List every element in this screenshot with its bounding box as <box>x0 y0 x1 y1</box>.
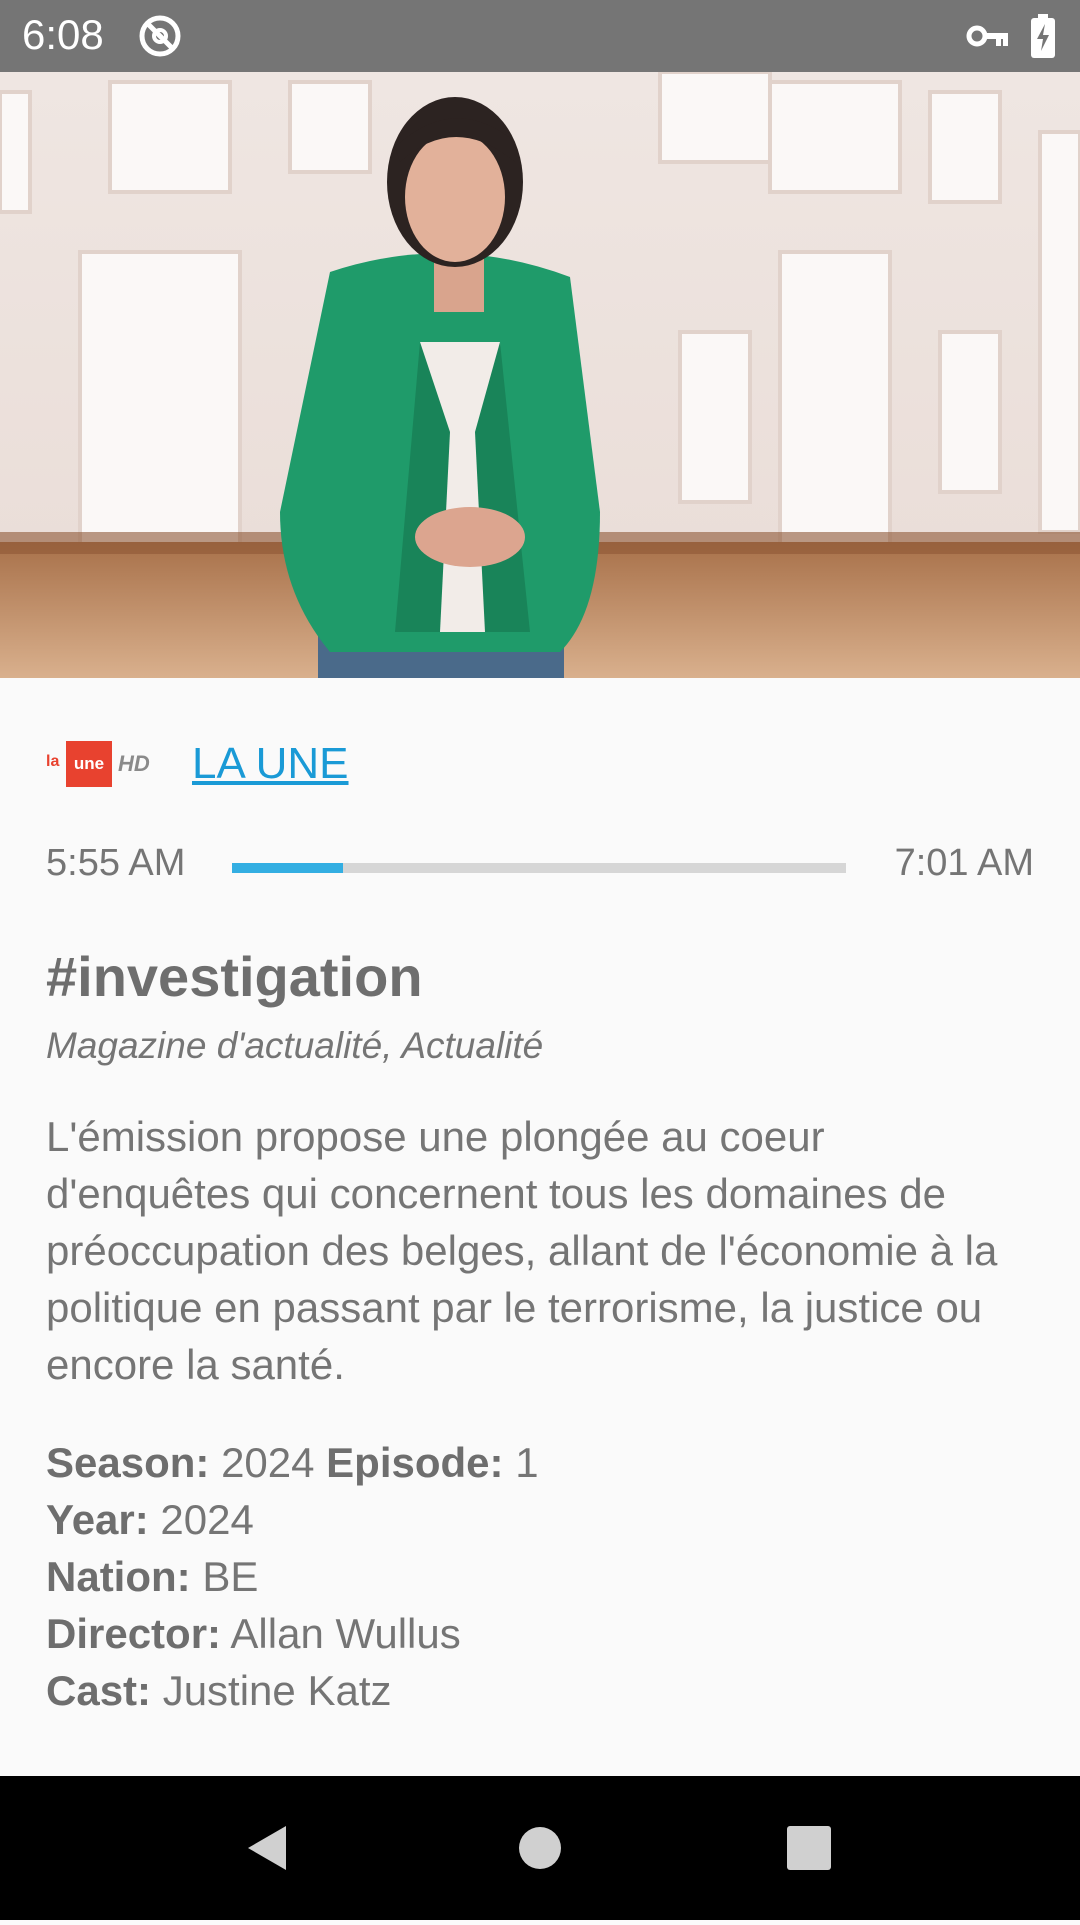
channel-logo-badge: une <box>66 741 112 787</box>
program-genre: Magazine d'actualité, Actualité <box>46 1025 544 1066</box>
status-time: 6:08 <box>22 11 104 58</box>
nation-label: Nation: <box>46 1553 191 1600</box>
director-label: Director: <box>46 1610 222 1657</box>
home-icon <box>519 1827 561 1869</box>
director-value: Allan Wullus <box>230 1610 461 1657</box>
program-title: #investigation <box>46 945 423 1008</box>
program-hero-image <box>0 72 1080 678</box>
season-label: Season: <box>46 1439 210 1486</box>
navigation-bar <box>0 1776 1080 1920</box>
sync-circle-icon <box>136 12 184 65</box>
season-value: 2024 <box>221 1439 315 1486</box>
director-line: Director: Allan Wullus <box>46 1605 539 1662</box>
episode-label: Episode: <box>326 1439 504 1486</box>
end-time: 7:01 AM <box>894 842 1034 884</box>
channel-row: la une HD LA UNE <box>46 736 349 792</box>
channel-logo-prefix: la <box>46 753 60 770</box>
nation-value: BE <box>202 1553 259 1600</box>
nation-line: Nation: BE <box>46 1548 539 1605</box>
year-value: 2024 <box>160 1496 254 1543</box>
cast-line: Cast: Justine Katz <box>46 1662 539 1719</box>
start-time: 5:55 AM <box>46 842 186 884</box>
progress-fill <box>232 863 343 873</box>
status-bar: 6:08 <box>0 0 1080 72</box>
channel-logo-hd: HD <box>118 751 150 776</box>
year-label: Year: <box>46 1496 149 1543</box>
season-episode-line: Season: 2024 Episode: 1 <box>46 1434 539 1491</box>
battery-charging-icon <box>1030 14 1056 63</box>
episode-value: 1 <box>515 1439 539 1486</box>
program-description: L'émission propose une plongée au coeur … <box>46 1113 998 1388</box>
back-icon <box>248 1826 286 1870</box>
recents-button[interactable] <box>749 1776 869 1920</box>
year-line: Year: 2024 <box>46 1491 539 1548</box>
program-details: Season: 2024 Episode: 1 Year: 2024 Natio… <box>46 1434 539 1719</box>
recents-icon <box>787 1826 831 1870</box>
channel-logo: la une HD <box>46 739 166 789</box>
cast-value: Justine Katz <box>162 1667 392 1714</box>
vpn-key-icon <box>966 18 1010 59</box>
home-button[interactable] <box>480 1776 600 1920</box>
back-button[interactable] <box>206 1776 326 1920</box>
progress-track <box>232 863 846 873</box>
channel-name-link[interactable]: LA UNE <box>192 739 349 789</box>
schedule-progress: 5:55 AM 7:01 AM <box>46 842 1034 892</box>
cast-label: Cast: <box>46 1667 152 1714</box>
